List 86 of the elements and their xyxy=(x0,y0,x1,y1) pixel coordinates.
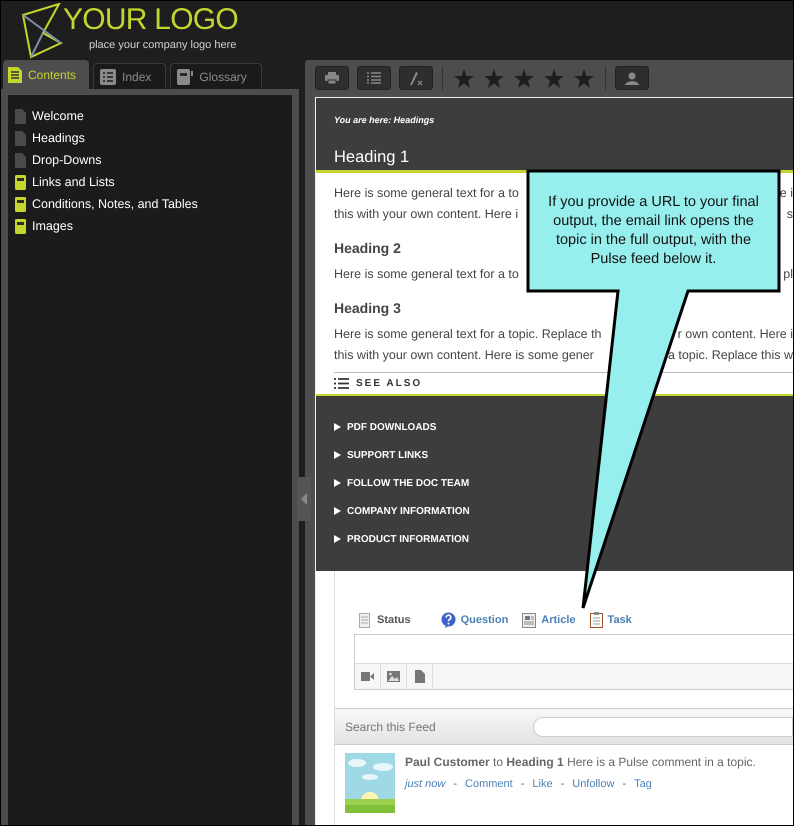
expand-arrow-icon xyxy=(334,535,341,543)
nav-tab[interactable]: Contents xyxy=(3,60,90,89)
star-icon[interactable] xyxy=(484,68,504,88)
document-icon xyxy=(8,66,22,82)
pen-x-icon xyxy=(408,70,424,86)
post-time: just now xyxy=(405,777,446,792)
feed-tab[interactable]: Question xyxy=(440,612,508,628)
separator-text: - xyxy=(453,777,458,792)
toolbar-button[interactable] xyxy=(315,66,349,90)
book-icon xyxy=(177,68,194,84)
list-icon xyxy=(367,72,381,84)
clipboard-icon xyxy=(590,612,603,628)
question-icon xyxy=(440,612,456,628)
note-icon xyxy=(359,612,370,628)
book-icon xyxy=(15,196,26,212)
breadcrumb: You are here: Headings xyxy=(334,114,436,127)
expand-arrow-icon xyxy=(334,507,341,515)
feed-tab[interactable]: Task xyxy=(590,612,632,628)
page-icon xyxy=(15,130,26,146)
star-icon[interactable] xyxy=(544,68,564,88)
star-icon[interactable] xyxy=(574,68,594,88)
feed-tab[interactable]: Status xyxy=(359,612,411,628)
print-icon xyxy=(325,72,339,84)
footer-link[interactable]: PDF DOWNLOADS xyxy=(347,420,436,435)
star-icon[interactable] xyxy=(454,68,474,88)
collapse-arrow-icon xyxy=(301,493,307,505)
star-icon[interactable] xyxy=(514,68,534,88)
list-icon xyxy=(100,68,116,84)
post-action-link[interactable]: Comment xyxy=(465,776,513,792)
toc-item[interactable]: Drop-Downs xyxy=(32,150,102,170)
feed-tab[interactable]: Article xyxy=(522,612,576,628)
separator-text: - xyxy=(622,777,626,792)
toolbar-button[interactable] xyxy=(357,66,391,90)
toc-item[interactable]: Links and Lists xyxy=(32,172,115,192)
callout-text: If you provide a URL to your final output, the email link opens the topic in the full output, with the Pulse feed below it. xyxy=(547,192,760,268)
paragraph-text: pl xyxy=(783,266,793,284)
logo-icon xyxy=(21,3,63,59)
list-icon xyxy=(334,378,349,389)
section-heading: Heading 2 xyxy=(334,239,401,258)
post-text: Paul Customer to Heading 1 Here is a Pulse comment in a topic. xyxy=(405,754,756,771)
footer-link[interactable]: PRODUCT INFORMATION xyxy=(347,532,470,547)
post-action-link[interactable]: Tag xyxy=(634,776,652,792)
expand-arrow-icon xyxy=(334,479,341,487)
toc-item[interactable]: Headings xyxy=(32,128,85,148)
footer-link[interactable]: COMPANY INFORMATION xyxy=(347,504,470,519)
person-icon xyxy=(625,72,639,84)
paragraph-text: this with your own content. Here i xyxy=(334,206,518,224)
user-button[interactable] xyxy=(615,66,649,90)
book-icon xyxy=(15,218,26,234)
splitter-handle[interactable] xyxy=(297,477,311,521)
logo-subtitle: place your company logo here xyxy=(89,38,238,52)
paragraph-text: Here is some general text for a to xyxy=(334,266,519,284)
image-icon xyxy=(387,671,400,682)
page-icon xyxy=(15,108,26,124)
logo-title: YOUR LOGO xyxy=(63,3,238,37)
paragraph-text: e i xyxy=(780,185,793,202)
toolbar-button[interactable] xyxy=(399,66,433,90)
nav-tab[interactable]: Glossary xyxy=(170,63,262,89)
section-heading: Heading 3 xyxy=(334,299,401,318)
separator-text: - xyxy=(520,777,524,792)
paragraph-text: r own content. Here i xyxy=(678,326,793,344)
paragraph-text: a topic. Replace this w xyxy=(668,347,793,364)
expand-arrow-icon xyxy=(334,451,341,459)
video-camera-icon xyxy=(361,672,374,681)
toc-item[interactable]: Conditions, Notes, and Tables xyxy=(32,194,198,214)
newspaper-icon xyxy=(522,612,536,628)
paragraph-text: this with your own content. Here is some gener xyxy=(334,347,594,364)
search-field[interactable] xyxy=(533,716,793,736)
book-icon xyxy=(15,174,26,190)
file-icon xyxy=(414,670,424,683)
toc-item[interactable]: Welcome xyxy=(32,106,84,126)
post-action-link[interactable]: Like xyxy=(532,776,553,792)
post-action-link[interactable]: Unfollow xyxy=(572,776,614,792)
footer-link[interactable]: SUPPORT LINKS xyxy=(347,448,428,463)
see-also-label[interactable]: SEE ALSO xyxy=(356,376,422,391)
paragraph-text: Here is some general text for a topic. Replace th xyxy=(334,326,602,344)
search-label: Search this Feed xyxy=(345,718,437,736)
separator-text: - xyxy=(560,777,564,792)
paragraph-text: s xyxy=(786,206,793,224)
nav-tab[interactable]: Index xyxy=(93,63,166,89)
page-icon xyxy=(15,152,26,168)
footer-link[interactable]: FOLLOW THE DOC TEAM xyxy=(347,476,470,491)
expand-arrow-icon xyxy=(334,423,341,431)
paragraph-text: Here is some general text for a to xyxy=(334,185,519,202)
page-title: Heading 1 xyxy=(334,146,410,168)
toc-item[interactable]: Images xyxy=(32,216,73,236)
